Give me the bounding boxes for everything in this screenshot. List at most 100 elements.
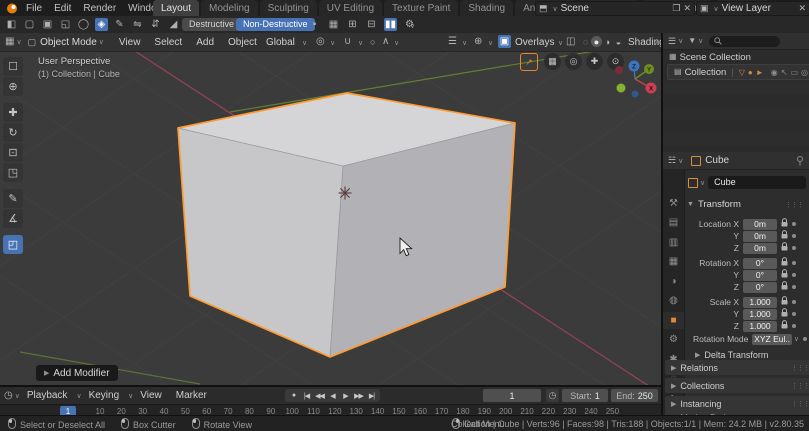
falloff-icon[interactable]: ∧: [382, 37, 389, 47]
viewport-menu-view[interactable]: View: [112, 37, 148, 48]
navigation-gizmo[interactable]: Z Y X: [608, 59, 660, 117]
bevel-icon[interactable]: ◢: [167, 18, 180, 31]
gizmos-icon[interactable]: ⊕: [474, 37, 482, 47]
proportional-edit-icon[interactable]: ○: [370, 38, 375, 47]
chevron-down-icon[interactable]: ∨: [410, 22, 415, 30]
animate-dot-icon[interactable]: [792, 234, 796, 238]
shape-corner-icon[interactable]: ◱: [59, 18, 72, 31]
monitor-icon[interactable]: ▭: [790, 68, 798, 77]
panel-instancing[interactable]: ▶Instancing⋮⋮⋮: [665, 396, 809, 411]
lock-icon[interactable]: [781, 320, 788, 329]
transform-value-field[interactable]: 1.000: [743, 297, 777, 308]
destructive-button[interactable]: Destructive: [182, 18, 241, 31]
snap-magnet-icon[interactable]: ∪: [344, 37, 351, 47]
outliner-row-collection[interactable]: ▤ Collection | ▽●► ◉↖▭◎: [667, 64, 809, 80]
shading-rendered-icon[interactable]: ◒: [613, 36, 624, 47]
transform-value-field[interactable]: 0°: [743, 282, 777, 293]
pivot-point-icon[interactable]: ◎: [316, 37, 325, 47]
slice-mode-icon[interactable]: ▦: [327, 18, 340, 31]
animate-dot-icon[interactable]: [792, 324, 796, 328]
next-keyframe-button[interactable]: ▶▶: [352, 390, 365, 402]
shape-circle-icon[interactable]: ◯: [77, 18, 90, 31]
draw-icon[interactable]: ✎: [113, 18, 126, 31]
lock-icon[interactable]: [781, 257, 788, 266]
outliner-search-input[interactable]: [709, 36, 780, 47]
lock-icon[interactable]: [781, 230, 788, 239]
end-frame-field[interactable]: End: 250: [611, 389, 658, 402]
axis-neg-y-ball[interactable]: [617, 84, 626, 93]
transform-tool[interactable]: ◳: [3, 163, 23, 182]
grip-icon[interactable]: ⋮⋮⋮: [785, 201, 803, 209]
play-reverse-button[interactable]: ◀: [326, 390, 339, 402]
cut-mode-icon[interactable]: ▪: [308, 18, 321, 31]
animate-dot-icon[interactable]: [792, 261, 796, 265]
panel-collections[interactable]: ▶Collections⋮⋮⋮: [665, 378, 809, 393]
close-icon[interactable]: ✕: [798, 4, 806, 13]
rotation-mode-dropdown[interactable]: XYZ Eul..: [752, 334, 792, 345]
add-cube-tool[interactable]: ◰: [3, 235, 23, 254]
persp-ortho-icon[interactable]: ▦: [544, 53, 561, 70]
transform-value-field[interactable]: 0m: [743, 231, 777, 242]
tab-texture-paint[interactable]: Texture Paint: [384, 0, 458, 16]
viewport-menu-object[interactable]: Object: [221, 37, 264, 48]
tool-settings-editor-icon[interactable]: ◧: [5, 18, 18, 31]
axis-neg-z-ball[interactable]: [632, 91, 639, 98]
shape-box-solid-icon[interactable]: ▣: [41, 18, 54, 31]
panel-relations[interactable]: ▶Relations⋮⋮⋮: [665, 360, 809, 375]
knife-mode-icon[interactable]: ⊟: [365, 18, 378, 31]
mirror-icon[interactable]: ⇋: [131, 18, 144, 31]
eye-icon[interactable]: ◉: [771, 68, 778, 77]
overlay-toggle-icon[interactable]: ▣: [498, 35, 511, 48]
play-button[interactable]: ▶: [339, 390, 352, 402]
tab-view-layer[interactable]: ▦: [663, 253, 684, 270]
viewport-menu-add[interactable]: Add: [189, 37, 221, 48]
add-modifier-button[interactable]: ▶ Add Modifier: [36, 365, 118, 381]
render-camera-icon[interactable]: ◎: [801, 68, 808, 77]
keying-menu[interactable]: Keying: [82, 390, 127, 401]
pin-icon[interactable]: [796, 156, 804, 166]
view-layer-name[interactable]: View Layer: [722, 3, 796, 14]
filter-icon[interactable]: ▼: [688, 37, 696, 45]
scale-tool[interactable]: ⊡: [3, 143, 23, 162]
select-box-tool[interactable]: ☐: [3, 57, 23, 76]
viewport-menu-select[interactable]: Select: [147, 37, 189, 48]
measure-tool[interactable]: ∡: [3, 209, 23, 228]
lock-icon[interactable]: [781, 281, 788, 290]
lock-icon[interactable]: [781, 218, 788, 227]
axis-neg-x-ball[interactable]: [615, 66, 623, 74]
shading-solid-icon[interactable]: ●: [591, 36, 602, 47]
tab-sculpting[interactable]: Sculpting: [260, 0, 317, 16]
transform-value-field[interactable]: 1.000: [743, 309, 777, 320]
xray-toggle-icon[interactable]: ◫: [566, 37, 575, 47]
animate-dot-icon[interactable]: [792, 273, 796, 277]
object-name-input[interactable]: Cube: [708, 176, 806, 189]
marker-menu[interactable]: Marker: [169, 390, 214, 401]
current-frame-field[interactable]: 1: [483, 389, 541, 402]
start-frame-field[interactable]: Start: 1: [562, 389, 608, 402]
camera-view-icon[interactable]: ◎: [565, 53, 582, 70]
animate-dot-icon[interactable]: [792, 285, 796, 289]
mode-dropdown[interactable]: Object Mode: [40, 37, 97, 48]
properties-editor-icon[interactable]: ☵: [668, 156, 676, 165]
animate-dot-icon[interactable]: [803, 337, 807, 341]
viewport-canvas[interactable]: [0, 51, 661, 385]
annotate-tool[interactable]: ✎: [3, 189, 23, 208]
cursor-tool[interactable]: ⊕: [3, 77, 23, 96]
close-icon[interactable]: ✕: [683, 4, 691, 13]
lock-icon[interactable]: [781, 242, 788, 251]
pan-hand-icon[interactable]: ✚: [586, 53, 603, 70]
editor-type-icon[interactable]: ▦: [5, 37, 14, 47]
non-destructive-button[interactable]: Non-Destructive: [236, 18, 315, 31]
snap-settings-chevron[interactable]: ∨: [358, 39, 363, 47]
lock-icon[interactable]: [781, 308, 788, 317]
cube-object[interactable]: [178, 93, 515, 357]
transform-value-field[interactable]: 0°: [743, 258, 777, 269]
shading-wireframe-icon[interactable]: ◌: [580, 36, 591, 47]
outliner-row-scene-collection[interactable]: ▦ Scene Collection: [663, 50, 809, 64]
animate-dot-icon[interactable]: [792, 300, 796, 304]
shape-box-icon[interactable]: ▢: [23, 18, 36, 31]
scene-name[interactable]: Scene: [561, 3, 670, 14]
tab-layout[interactable]: Layout: [153, 0, 199, 16]
transform-value-field[interactable]: 0m: [743, 243, 777, 254]
animate-dot-icon[interactable]: [792, 246, 796, 250]
